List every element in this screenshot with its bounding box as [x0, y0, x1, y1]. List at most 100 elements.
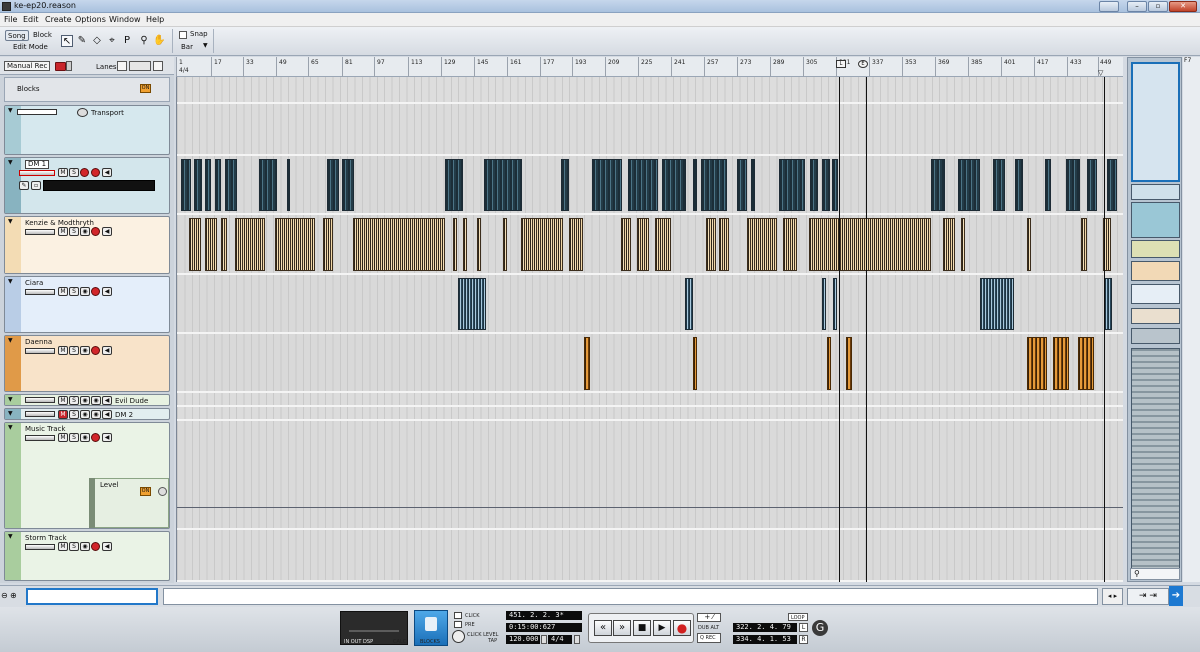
position-time-display[interactable]: 0:15:00:627 — [506, 623, 582, 632]
stop-button[interactable]: ■ — [633, 620, 651, 636]
dm1-rec-button[interactable] — [91, 168, 100, 177]
navigator-zoom-bar[interactable]: ⚲ — [1130, 568, 1180, 580]
ciara-volume-fader[interactable] — [25, 289, 55, 295]
audio-clip[interactable] — [719, 218, 729, 271]
transport-select-icon[interactable] — [77, 108, 88, 117]
loop-left-marker[interactable]: L — [836, 60, 846, 68]
music-mute-button[interactable]: M — [58, 433, 68, 442]
level-settings-icon[interactable] — [158, 487, 167, 496]
collapse-arrow-icon[interactable] — [5, 217, 21, 273]
song-navigator[interactable]: ⚲ — [1127, 57, 1182, 582]
audio-clip[interactable] — [1066, 159, 1080, 211]
tempo-display[interactable]: 120.000 — [506, 635, 540, 644]
music-volume-fader[interactable] — [25, 435, 55, 441]
audio-clip[interactable] — [1107, 159, 1117, 211]
audio-clip[interactable] — [194, 159, 202, 211]
audio-clip[interactable] — [521, 218, 563, 271]
speaker-icon[interactable]: ◀ — [102, 433, 112, 442]
audio-clip[interactable] — [832, 159, 838, 211]
audio-clip[interactable] — [1078, 337, 1094, 390]
audio-clip[interactable] — [484, 159, 522, 211]
kenzie-track[interactable]: Kenzie & Modthryth M S ◉ ◀ — [4, 216, 170, 274]
dm1-edit-button[interactable]: ▫ — [31, 181, 41, 190]
menu-edit[interactable]: Edit — [23, 15, 39, 24]
kenzie-rec-button[interactable] — [91, 227, 100, 236]
audio-clip[interactable] — [706, 218, 716, 271]
record-button[interactable]: ● — [673, 620, 691, 636]
audio-clip[interactable] — [205, 159, 211, 211]
audio-clip[interactable] — [225, 159, 237, 211]
transport-lane[interactable] — [177, 104, 1123, 156]
maximize-button[interactable]: ▫ — [1148, 1, 1168, 12]
audio-clip[interactable] — [342, 159, 354, 211]
track-zoom-scrollbar[interactable] — [26, 588, 158, 605]
tempo-stepper[interactable] — [541, 635, 547, 644]
audio-clip[interactable] — [445, 159, 463, 211]
audio-clip[interactable] — [751, 159, 755, 211]
window-extra-button[interactable] — [1099, 1, 1119, 12]
audio-clip[interactable] — [275, 218, 315, 271]
minimize-button[interactable]: – — [1127, 1, 1147, 12]
signature-display[interactable]: 4/4 — [548, 635, 572, 644]
eraser-tool-icon[interactable]: ◇ — [91, 35, 103, 47]
level-on-button[interactable]: ON — [140, 487, 151, 496]
audio-clip[interactable] — [1015, 159, 1023, 211]
evil-volume-fader[interactable] — [25, 397, 55, 403]
audio-clip[interactable] — [1081, 218, 1087, 271]
transport-track[interactable]: Transport — [4, 105, 170, 155]
audio-clip[interactable] — [463, 218, 467, 271]
ciara-solo-button[interactable]: S — [69, 287, 79, 296]
daenna-lane[interactable] — [177, 334, 1123, 393]
loop-right-locator-button[interactable]: R — [799, 635, 808, 644]
fast-forward-button[interactable]: » — [613, 620, 631, 636]
click-checkbox[interactable] — [454, 612, 462, 619]
dm2-volume-fader[interactable] — [25, 411, 55, 417]
audio-clip[interactable] — [993, 159, 1005, 211]
snap-checkbox[interactable] — [179, 31, 187, 39]
add-track-button[interactable]: + ⁄ — [697, 613, 721, 622]
evil-dude-track[interactable]: M S ◉ ◉ ◀ Evil Dude — [4, 394, 170, 406]
zoom-out-icon[interactable]: ⊖ — [1, 591, 10, 601]
daenna-track[interactable]: Daenna M S ◉ ◀ — [4, 335, 170, 392]
collapse-arrow-icon[interactable] — [5, 336, 21, 391]
menu-options[interactable]: Options — [75, 15, 106, 24]
block-mode-button[interactable]: Block — [31, 30, 54, 41]
audio-clip[interactable] — [592, 159, 622, 211]
daenna-rec-button[interactable] — [91, 346, 100, 355]
audio-clip[interactable] — [1053, 337, 1069, 390]
audio-clip[interactable] — [846, 337, 852, 390]
lane-options-button[interactable] — [129, 61, 151, 71]
dm1-solo-button[interactable]: S — [69, 168, 79, 177]
loop-left-display[interactable]: 322. 2. 4. 79 — [733, 623, 797, 632]
loop-left-locator-button[interactable]: L — [799, 623, 808, 632]
loop-on-icon[interactable]: G — [812, 620, 828, 636]
audio-clip[interactable] — [259, 159, 277, 211]
menu-help[interactable]: Help — [146, 15, 164, 24]
audio-clip[interactable] — [810, 159, 818, 211]
audio-clip[interactable] — [961, 218, 965, 271]
level-lane[interactable]: Level ON — [91, 478, 169, 528]
audio-clip[interactable] — [783, 218, 797, 271]
audio-clip[interactable] — [477, 218, 481, 271]
kenzie-lane[interactable] — [177, 215, 1123, 275]
audio-clip[interactable] — [503, 218, 507, 271]
dm2-mute-button[interactable]: M — [58, 410, 68, 419]
daenna-monitor-button[interactable]: ◉ — [80, 346, 90, 355]
audio-clip[interactable] — [327, 159, 339, 211]
audio-clip[interactable] — [205, 218, 217, 271]
audio-clip[interactable] — [287, 159, 290, 211]
close-button[interactable]: ✕ — [1169, 1, 1197, 12]
evil-mute-button[interactable]: M — [58, 396, 68, 405]
speaker-icon[interactable]: ◀ — [102, 410, 112, 419]
manual-rec-indicator-icon[interactable] — [55, 62, 66, 71]
music-track[interactable]: Music Track M S ◉ ◀ Level ON — [4, 422, 170, 529]
collapse-arrow-icon[interactable] — [5, 532, 21, 580]
kenzie-mute-button[interactable]: M — [58, 227, 68, 236]
ciara-monitor-button[interactable]: ◉ — [80, 287, 90, 296]
tap-label[interactable]: TAP — [488, 638, 497, 644]
audio-clip[interactable] — [833, 278, 837, 330]
blocks-track[interactable]: Blocks ON — [4, 77, 170, 102]
audio-clip[interactable] — [827, 337, 831, 390]
navigator-arrow-icons[interactable]: ⇥ ⇥ — [1127, 588, 1169, 605]
edit-mode-button[interactable]: Edit Mode — [11, 42, 50, 53]
